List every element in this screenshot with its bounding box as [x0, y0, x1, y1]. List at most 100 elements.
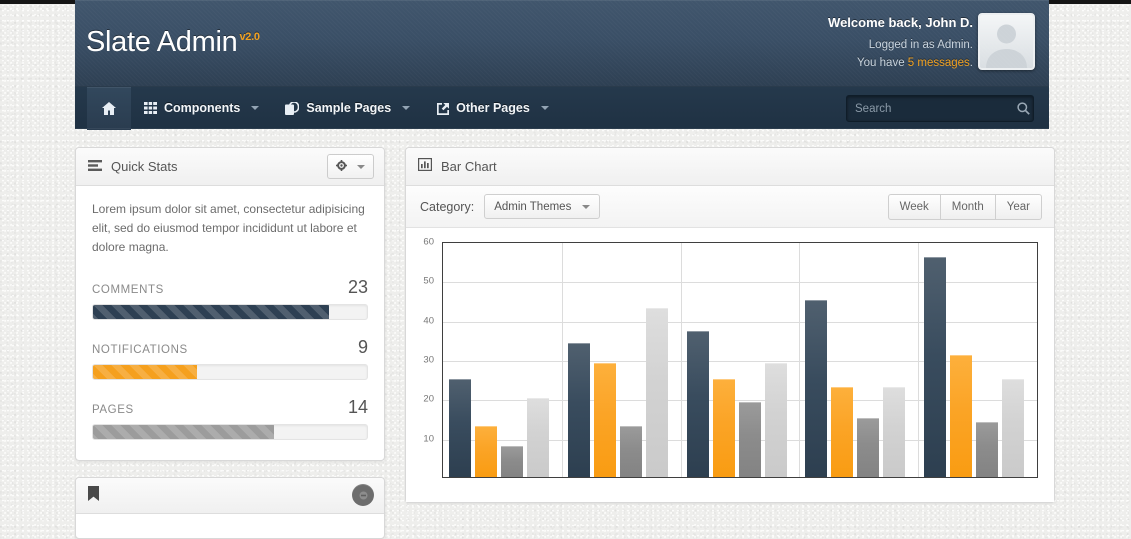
y-axis: 102030405060 [416, 242, 438, 478]
nav-item-home[interactable] [87, 87, 131, 130]
avatar[interactable] [978, 13, 1035, 70]
stat-pages: PAGES 14 [92, 397, 368, 440]
nav-item-other-pages[interactable]: Other Pages [423, 87, 562, 130]
progress-track-notifications [92, 364, 368, 380]
chart-bar[interactable] [713, 379, 735, 477]
stat-notifications: NOTIFICATIONS 9 [92, 337, 368, 380]
external-link-icon [436, 102, 449, 115]
chart-bar[interactable] [527, 398, 549, 477]
messages-suffix: . [970, 57, 973, 69]
nav-label-sample-pages: Sample Pages [306, 101, 391, 115]
y-axis-tick: 40 [423, 315, 434, 326]
stat-notifications-label: NOTIFICATIONS [92, 344, 188, 356]
nav-item-sample-pages[interactable]: Sample Pages [272, 87, 423, 130]
chart-bar[interactable] [976, 422, 998, 477]
messages-link[interactable]: 5 messages [908, 57, 970, 69]
stat-pages-label: PAGES [92, 404, 134, 416]
chart-bar[interactable] [950, 355, 972, 477]
bookmark-title-wrap [88, 486, 99, 505]
bar-chart-plot: 102030405060 [416, 242, 1044, 502]
chart-bar[interactable] [594, 363, 616, 477]
nav-label-other-pages: Other Pages [456, 101, 530, 115]
nav-item-components[interactable]: Components [131, 87, 272, 130]
chart-bar[interactable] [687, 331, 709, 477]
minus-circle-icon [359, 491, 368, 500]
page-wrapper: Slate Adminv2.0 Welcome back, John D. Lo… [75, 0, 1055, 500]
stat-notifications-value: 9 [358, 337, 368, 358]
quick-stats-header: Quick Stats [76, 148, 384, 186]
list-icon [88, 158, 102, 175]
bar-chart-icon [418, 158, 432, 175]
y-axis-tick: 30 [423, 355, 434, 366]
bar-group [681, 331, 800, 477]
left-column: Quick Stats [75, 147, 385, 539]
bar-chart-title-wrap: Bar Chart [418, 158, 497, 175]
chart-bar[interactable] [883, 387, 905, 477]
gear-icon [336, 158, 347, 176]
quick-stats-description: Lorem ipsum dolor sit amet, consectetur … [92, 200, 368, 257]
progress-fill-pages [93, 425, 274, 439]
chart-toolbar: Category: Admin Themes Week Month Year [406, 186, 1054, 228]
chart-bar[interactable] [646, 308, 668, 477]
range-button-year[interactable]: Year [996, 194, 1042, 220]
range-button-month[interactable]: Month [941, 194, 996, 220]
y-axis-tick: 20 [423, 394, 434, 405]
quick-stats-actions [327, 154, 374, 179]
y-axis-tick: 60 [423, 237, 434, 248]
chart-bar[interactable] [857, 418, 879, 477]
chart-bar[interactable] [568, 343, 590, 477]
stat-comments-label: COMMENTS [92, 284, 164, 296]
chart-bar[interactable] [924, 257, 946, 477]
y-axis-tick: 10 [423, 433, 434, 444]
search-box[interactable] [846, 95, 1034, 122]
chart-bar[interactable] [831, 387, 853, 477]
category-select[interactable]: Admin Themes [484, 194, 600, 219]
brand-name: Slate Admin [86, 26, 237, 58]
quick-stats-title-wrap: Quick Stats [88, 158, 177, 175]
search-input[interactable] [847, 103, 1017, 115]
chevron-down-icon [251, 106, 259, 110]
bookmark-panel [75, 477, 385, 539]
messages-prefix: You have [857, 57, 908, 69]
stat-pages-row: PAGES 14 [92, 397, 368, 418]
stat-pages-value: 14 [348, 397, 368, 418]
avatar-placeholder-icon [980, 15, 1033, 68]
chevron-down-icon [402, 106, 410, 110]
search-icon[interactable] [1017, 102, 1039, 115]
chart-plot-wrapper: 10 20 30 40 50 60 [406, 228, 1054, 502]
plot-area [442, 242, 1038, 478]
chart-bar[interactable] [620, 426, 642, 477]
stat-notifications-row: NOTIFICATIONS 9 [92, 337, 368, 358]
chevron-down-icon [357, 165, 365, 169]
brand-logo[interactable]: Slate Adminv2.0 [86, 26, 260, 59]
user-info: Welcome back, John D. Logged in as Admin… [828, 14, 973, 72]
chart-bar[interactable] [475, 426, 497, 477]
progress-track-pages [92, 424, 368, 440]
bar-groups [443, 243, 1037, 477]
welcome-text: Welcome back, John D. [828, 14, 973, 32]
site-header: Slate Adminv2.0 Welcome back, John D. Lo… [75, 0, 1049, 86]
chart-bar[interactable] [805, 300, 827, 477]
chart-bar[interactable] [501, 446, 523, 477]
chart-bar[interactable] [1002, 379, 1024, 477]
bar-group [443, 379, 562, 477]
range-button-week[interactable]: Week [888, 194, 941, 220]
brand-version: v2.0 [239, 31, 259, 43]
chart-bar[interactable] [765, 363, 787, 477]
chart-bar[interactable] [449, 379, 471, 477]
status-badge[interactable] [352, 484, 374, 506]
chart-bar[interactable] [739, 402, 761, 477]
category-label: Category: [420, 200, 474, 214]
chevron-down-icon [541, 106, 549, 110]
bookmark-panel-body [76, 514, 384, 538]
messages-text: You have 5 messages. [828, 54, 973, 72]
progress-fill-notifications [93, 365, 197, 379]
stat-comments-value: 23 [348, 277, 368, 298]
range-button-group: Week Month Year [888, 194, 1042, 220]
category-select-value: Admin Themes [494, 201, 571, 213]
settings-button[interactable] [327, 154, 374, 179]
chevron-down-icon [582, 205, 590, 209]
y-axis-tick: 50 [423, 276, 434, 287]
stat-comments-row: COMMENTS 23 [92, 277, 368, 298]
main-navigation: Components Sample Pages Other Pages [75, 86, 1049, 129]
